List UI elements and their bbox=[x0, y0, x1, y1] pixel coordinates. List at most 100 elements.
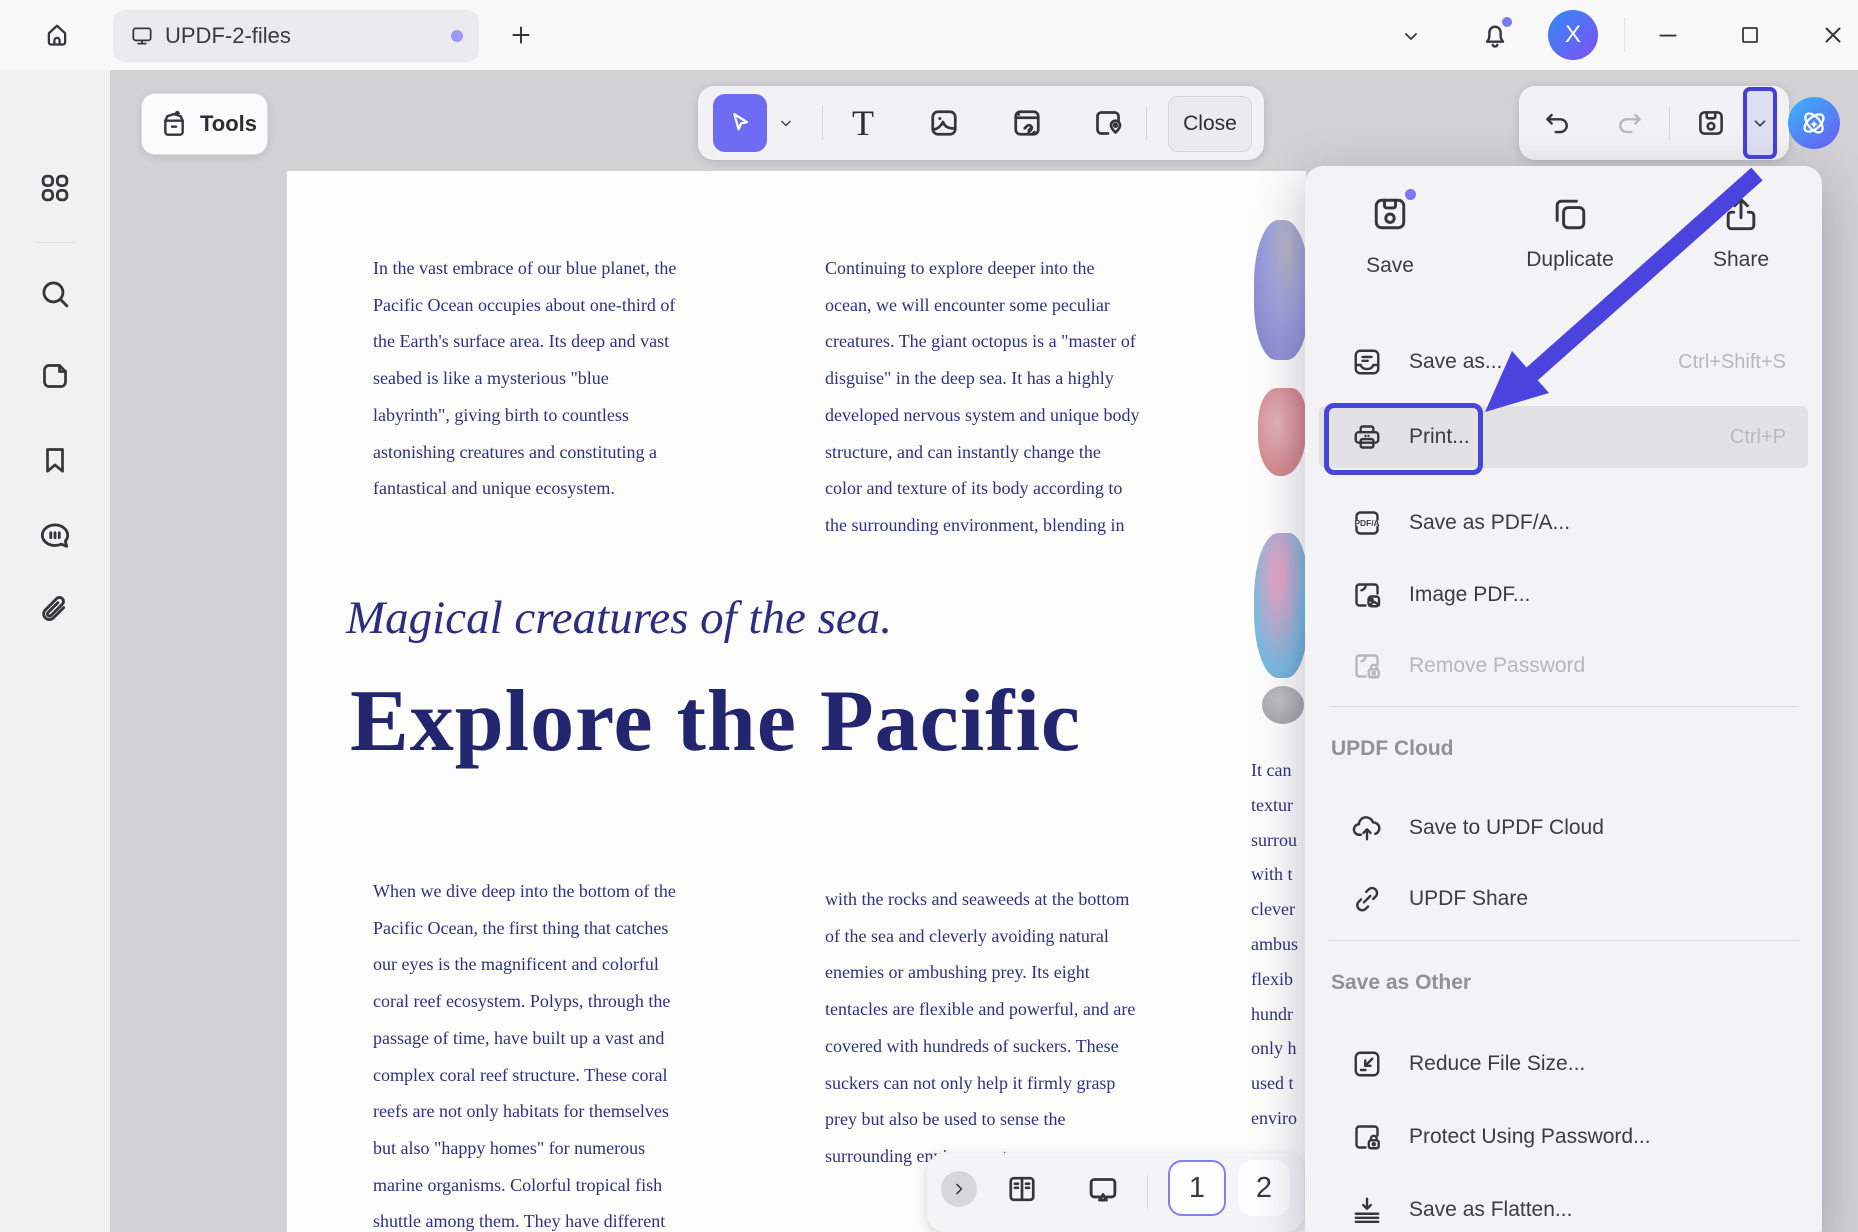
close-edit-button[interactable]: Close bbox=[1168, 96, 1252, 152]
notifications-button[interactable] bbox=[1476, 15, 1514, 55]
paragraph-fragment-column: It can textur surrou with t clever ambus… bbox=[1251, 753, 1311, 1136]
sidebar-item-bookmarks[interactable] bbox=[33, 438, 77, 482]
monitor-icon bbox=[129, 23, 155, 49]
document-tab[interactable]: UPDF-2-files bbox=[113, 10, 479, 62]
menu-action-duplicate[interactable]: Duplicate bbox=[1495, 192, 1645, 272]
menu-item-save-as[interactable]: Save as... Ctrl+Shift+S bbox=[1319, 330, 1808, 394]
menu-item-label: Protect Using Password... bbox=[1409, 1125, 1651, 1149]
duplicate-icon bbox=[1548, 192, 1592, 236]
close-window-button[interactable] bbox=[1816, 19, 1850, 51]
sidebar-item-pages[interactable] bbox=[33, 354, 77, 398]
paragraph-top-left: In the vast embrace of our blue planet, … bbox=[373, 250, 743, 507]
select-tool-button[interactable] bbox=[713, 94, 767, 152]
menu-item-label: Save as Flatten... bbox=[1409, 1198, 1572, 1222]
minimize-button[interactable] bbox=[1651, 19, 1685, 51]
link-icon bbox=[1349, 881, 1385, 917]
sidebar-item-apps[interactable] bbox=[33, 166, 77, 210]
blue-coral-illustration bbox=[1254, 533, 1308, 678]
pdfa-icon: PDF/A bbox=[1349, 505, 1385, 541]
presentation-icon bbox=[1084, 1170, 1122, 1208]
menu-item-image-pdf[interactable]: Image PDF... bbox=[1319, 563, 1808, 627]
unsaved-dot bbox=[1405, 189, 1416, 200]
menu-item-updf-share[interactable]: UPDF Share bbox=[1319, 867, 1808, 931]
undo-button[interactable] bbox=[1535, 104, 1579, 142]
new-tab-button[interactable] bbox=[505, 19, 537, 51]
save-icon bbox=[1694, 106, 1728, 140]
text-tool-button[interactable]: T bbox=[840, 102, 886, 144]
image-icon bbox=[926, 105, 962, 141]
menu-item-shortcut: Ctrl+P bbox=[1730, 426, 1786, 449]
search-icon bbox=[36, 275, 74, 313]
app-window: UPDF-2-files X bbox=[0, 0, 1858, 1232]
page-button-2[interactable]: 2 bbox=[1238, 1160, 1290, 1216]
edit-toolbar: T Close bbox=[698, 86, 1264, 160]
paperclip-icon bbox=[36, 591, 74, 629]
tabs-dropdown-button[interactable] bbox=[1395, 20, 1427, 52]
avatar[interactable]: X bbox=[1548, 10, 1598, 60]
tools-label: Tools bbox=[200, 111, 257, 137]
toolbar-divider bbox=[822, 106, 823, 140]
document-subheading: Magical creatures of the sea. bbox=[346, 591, 1246, 645]
ai-assistant-button[interactable] bbox=[1788, 97, 1840, 149]
notification-dot bbox=[1502, 17, 1512, 27]
remove-password-icon bbox=[1349, 648, 1385, 684]
left-sidebar bbox=[0, 70, 110, 1232]
anemone-illustration bbox=[1254, 220, 1309, 360]
home-icon bbox=[42, 20, 72, 50]
maximize-button[interactable] bbox=[1734, 19, 1766, 51]
menu-item-label: Save as PDF/A... bbox=[1409, 511, 1570, 535]
protect-password-icon bbox=[1349, 1119, 1385, 1155]
cursor-icon bbox=[725, 108, 755, 138]
image-tool-button[interactable] bbox=[921, 102, 967, 144]
presentation-mode-button[interactable] bbox=[1082, 1169, 1124, 1209]
menu-item-save-as-pdfa[interactable]: PDF/A Save as PDF/A... bbox=[1319, 491, 1808, 555]
share-icon bbox=[1719, 192, 1763, 236]
menu-item-protect-password[interactable]: Protect Using Password... bbox=[1319, 1105, 1808, 1169]
page-button-1[interactable]: 1 bbox=[1168, 1160, 1226, 1216]
stone-illustration bbox=[1262, 686, 1304, 724]
sidebar-item-search[interactable] bbox=[33, 272, 77, 316]
open-book-icon bbox=[1004, 1171, 1040, 1207]
toolbar-divider bbox=[1146, 106, 1147, 140]
cloud-upload-icon bbox=[1349, 810, 1385, 846]
red-coral-illustration bbox=[1258, 388, 1306, 476]
close-icon bbox=[1820, 22, 1846, 48]
menu-item-label: Save to UPDF Cloud bbox=[1409, 816, 1604, 840]
menu-item-remove-password: Remove Password bbox=[1319, 634, 1808, 698]
tools-button[interactable]: Tools bbox=[141, 93, 268, 155]
page-mark-tool-button[interactable] bbox=[1085, 102, 1131, 144]
pager-divider bbox=[1147, 1175, 1148, 1209]
chevron-down-icon bbox=[776, 113, 796, 133]
pdfa-icon-text: PDF/A bbox=[1354, 518, 1379, 528]
annotation-box-print bbox=[1324, 403, 1483, 475]
page-location-icon bbox=[1090, 105, 1126, 141]
menu-action-label: Share bbox=[1713, 248, 1769, 272]
image-pdf-icon bbox=[1349, 577, 1385, 613]
save-options-menu: Save Duplicate Share Save as... Ctr bbox=[1305, 166, 1822, 1232]
save-button[interactable] bbox=[1689, 103, 1733, 143]
home-button[interactable] bbox=[38, 16, 76, 54]
link-tool-button[interactable] bbox=[1004, 102, 1050, 144]
redo-button[interactable] bbox=[1608, 104, 1652, 142]
select-tool-dropdown[interactable] bbox=[772, 108, 800, 138]
sidebar-item-comments[interactable] bbox=[33, 514, 77, 558]
expand-pager-button[interactable] bbox=[941, 1171, 977, 1207]
comment-icon bbox=[36, 517, 74, 555]
flatten-icon bbox=[1349, 1192, 1385, 1228]
menu-action-save[interactable]: Save bbox=[1315, 192, 1465, 278]
undo-icon bbox=[1541, 107, 1573, 139]
menu-section-header-other: Save as Other bbox=[1331, 971, 1471, 995]
reading-mode-button[interactable] bbox=[1001, 1169, 1043, 1209]
plus-icon bbox=[508, 22, 534, 48]
menu-action-share[interactable]: Share bbox=[1666, 192, 1816, 272]
menu-action-label: Duplicate bbox=[1526, 248, 1614, 272]
menu-item-reduce-file-size[interactable]: Reduce File Size... bbox=[1319, 1032, 1808, 1096]
menu-item-label: UPDF Share bbox=[1409, 887, 1528, 911]
unsaved-dot bbox=[451, 30, 463, 42]
menu-item-save-as-flatten[interactable]: Save as Flatten... bbox=[1319, 1178, 1808, 1232]
menu-divider bbox=[1329, 706, 1799, 707]
apps-grid-icon bbox=[36, 169, 74, 207]
sidebar-item-attachments[interactable] bbox=[33, 588, 77, 632]
menu-item-save-to-updf-cloud[interactable]: Save to UPDF Cloud bbox=[1319, 796, 1808, 860]
menu-item-label: Image PDF... bbox=[1409, 583, 1530, 607]
